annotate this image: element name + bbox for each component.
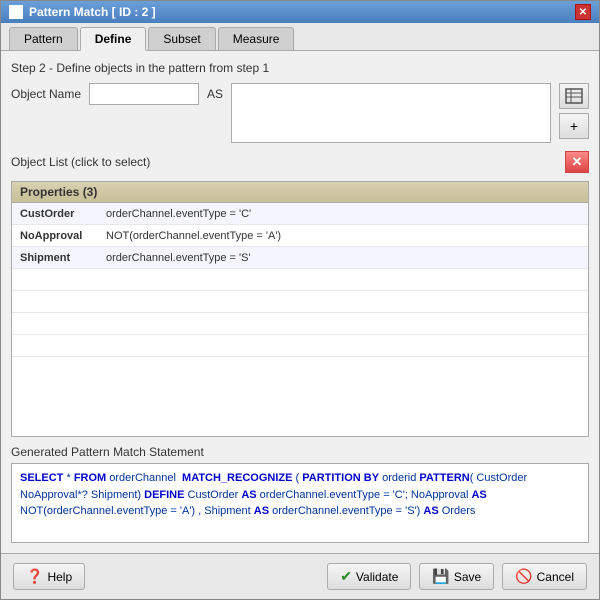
properties-header: Properties (3) xyxy=(12,182,588,203)
prop-name-2: Shipment xyxy=(12,250,102,266)
object-list-row: Object List (click to select) ✕ xyxy=(11,151,589,173)
prop-value-0: orderChannel.eventType = 'C' xyxy=(102,206,588,222)
help-icon: ❓ xyxy=(26,568,43,585)
tab-define[interactable]: Define xyxy=(80,27,147,51)
prop-value-2: orderChannel.eventType = 'S' xyxy=(102,250,588,266)
validate-button[interactable]: ✔ Validate xyxy=(327,563,411,590)
generated-label: Generated Pattern Match Statement xyxy=(11,445,589,459)
cancel-label: Cancel xyxy=(537,570,574,584)
prop-name-0: CustOrder xyxy=(12,206,102,222)
save-button[interactable]: 💾 Save xyxy=(419,563,494,590)
delete-button[interactable]: ✕ xyxy=(565,151,589,173)
object-name-row: Object Name AS + xyxy=(11,83,589,143)
cancel-icon: 🚫 xyxy=(515,568,532,585)
save-icon: 💾 xyxy=(432,568,449,585)
tab-pattern[interactable]: Pattern xyxy=(9,27,78,50)
properties-table: Properties (3) CustOrder orderChannel.ev… xyxy=(11,181,589,437)
add-button[interactable]: + xyxy=(559,113,589,139)
validate-icon: ✔ xyxy=(340,568,352,585)
table-icon-button[interactable] xyxy=(559,83,589,109)
main-content: Step 2 - Define objects in the pattern f… xyxy=(1,51,599,553)
empty-row xyxy=(12,335,588,357)
as-textarea[interactable] xyxy=(231,83,551,143)
close-button[interactable]: ✕ xyxy=(575,4,591,20)
table-row[interactable]: NoApproval NOT(orderChannel.eventType = … xyxy=(12,225,588,247)
generated-text: SELECT * FROM orderChannel MATCH_RECOGNI… xyxy=(11,463,589,543)
app-icon xyxy=(9,5,23,19)
empty-row xyxy=(12,313,588,335)
title-bar: Pattern Match [ ID : 2 ] ✕ xyxy=(1,1,599,23)
help-label: Help xyxy=(47,570,72,584)
footer-left: ❓ Help xyxy=(13,563,85,590)
cancel-button[interactable]: 🚫 Cancel xyxy=(502,563,587,590)
icon-buttons: + xyxy=(559,83,589,139)
tab-subset[interactable]: Subset xyxy=(148,27,215,50)
footer-right: ✔ Validate 💾 Save 🚫 Cancel xyxy=(327,563,587,590)
as-label: AS xyxy=(207,83,223,101)
generated-section: Generated Pattern Match Statement SELECT… xyxy=(11,445,589,543)
tab-measure[interactable]: Measure xyxy=(218,27,295,50)
object-list-label: Object List (click to select) xyxy=(11,155,150,169)
table-row[interactable]: Shipment orderChannel.eventType = 'S' xyxy=(12,247,588,269)
validate-label: Validate xyxy=(356,570,398,584)
empty-row xyxy=(12,269,588,291)
table-row[interactable]: CustOrder orderChannel.eventType = 'C' xyxy=(12,203,588,225)
save-label: Save xyxy=(454,570,481,584)
prop-name-1: NoApproval xyxy=(12,228,102,244)
main-window: Pattern Match [ ID : 2 ] ✕ Pattern Defin… xyxy=(0,0,600,600)
empty-row xyxy=(12,291,588,313)
step-label: Step 2 - Define objects in the pattern f… xyxy=(11,61,589,75)
help-button[interactable]: ❓ Help xyxy=(13,563,85,590)
object-name-label: Object Name xyxy=(11,83,81,101)
window-title: Pattern Match [ ID : 2 ] xyxy=(29,5,156,19)
prop-value-1: NOT(orderChannel.eventType = 'A') xyxy=(102,228,588,244)
footer: ❓ Help ✔ Validate 💾 Save 🚫 Cancel xyxy=(1,553,599,599)
tabs-row: Pattern Define Subset Measure xyxy=(1,23,599,51)
object-name-input[interactable] xyxy=(89,83,199,105)
